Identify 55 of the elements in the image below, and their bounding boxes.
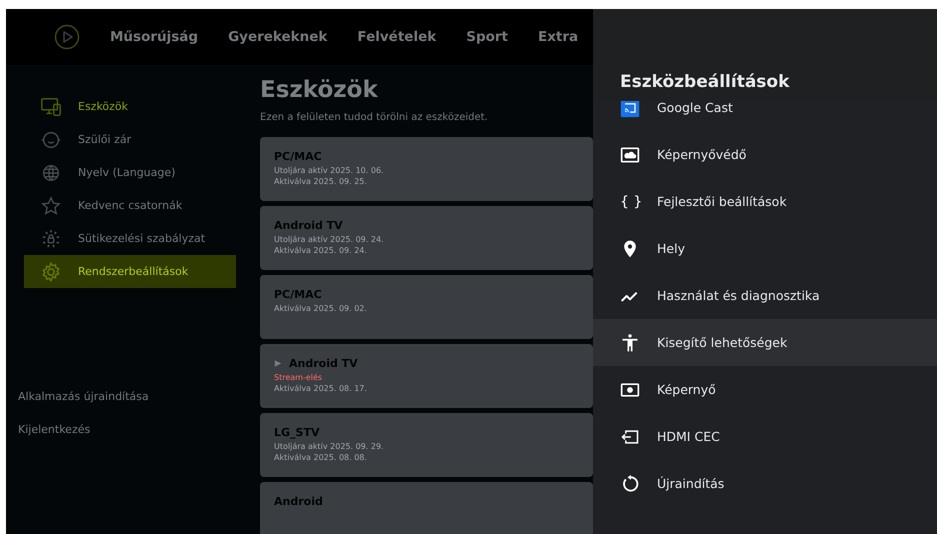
accessibility-icon bbox=[620, 332, 640, 352]
panel-title: Eszközbeállítások bbox=[620, 72, 790, 92]
device-name: Android bbox=[274, 495, 323, 508]
device-name: Android TV bbox=[274, 219, 343, 232]
device-date: Aktiválva 2025. 09. 02. bbox=[274, 303, 368, 314]
settings-item[interactable]: Képernyővédő bbox=[593, 131, 937, 178]
sidebar-item[interactable]: Nyelv (Language) bbox=[24, 156, 236, 189]
device-card[interactable]: LG_STV Utoljára aktív 2025. 09. 29. Aktiválva 2025. 08. 08. bbox=[260, 413, 593, 477]
cloud-screen-icon bbox=[620, 144, 640, 164]
sidebar-link[interactable]: Alkalmazás újraindítása bbox=[6, 380, 236, 413]
page-subtitle: Ezen a felületen tudod törölni az eszközeidet. bbox=[260, 112, 489, 123]
settings-icon bbox=[40, 260, 62, 282]
device-card[interactable]: PC/MAC Utoljára aktív 2025. 10. 06. Aktiválva 2025. 09. 25. bbox=[260, 137, 593, 201]
nav-tab[interactable]: Extra bbox=[538, 29, 578, 45]
device-date: Utoljára aktív 2025. 10. 06. bbox=[274, 165, 385, 176]
play-logo-icon[interactable] bbox=[54, 24, 80, 50]
device-name: Android TV bbox=[289, 357, 358, 370]
device-date: Aktiválva 2025. 08. 17. bbox=[274, 383, 368, 394]
cast-icon bbox=[620, 101, 640, 118]
settings-item[interactable]: { } Fejlesztői beállítások bbox=[593, 178, 937, 225]
device-card[interactable]: Android TV Stream-elés Aktiválva 2025. 08. 17. bbox=[260, 344, 593, 408]
sidebar-link[interactable]: Kijelentkezés bbox=[6, 413, 236, 446]
device-date: Utoljára aktív 2025. 09. 24. bbox=[274, 234, 385, 245]
sidebar-item[interactable]: Szülői zár bbox=[24, 123, 236, 156]
settings-item[interactable]: Használat és diagnosztika bbox=[593, 272, 937, 319]
star-icon bbox=[40, 194, 62, 216]
nav-tab[interactable]: Műsorújság bbox=[110, 29, 198, 45]
nav-tab[interactable]: Felvételek bbox=[357, 29, 436, 45]
nav-tab[interactable]: Sport bbox=[466, 29, 508, 45]
settings-item[interactable]: HDMI CEC bbox=[593, 413, 937, 460]
device-card[interactable]: PC/MAC Aktiválva 2025. 09. 02. bbox=[260, 275, 593, 339]
nav-tab[interactable]: Gyerekeknek bbox=[228, 29, 328, 45]
page-title: Eszközök bbox=[260, 77, 379, 103]
device-name: PC/MAC bbox=[274, 150, 322, 163]
devices-icon bbox=[40, 96, 62, 118]
sidebar-item[interactable]: Sütikezelési szabályzat bbox=[24, 222, 236, 255]
braces-icon: { } bbox=[620, 194, 640, 210]
device-date: Aktiválva 2025. 08. 08. bbox=[274, 452, 368, 463]
sidebar-item[interactable]: Kedvenc csatornák bbox=[24, 189, 236, 222]
restart-icon bbox=[620, 474, 640, 494]
streaming-status: Stream-elés bbox=[274, 372, 324, 383]
settings-item[interactable]: Hely bbox=[593, 225, 937, 272]
device-name: PC/MAC bbox=[274, 288, 322, 301]
device-date: Aktiválva 2025. 09. 25. bbox=[274, 176, 368, 187]
sidebar-item[interactable]: Rendszerbeállítások bbox=[24, 255, 236, 288]
device-date: Utoljára aktív 2025. 09. 29. bbox=[274, 441, 385, 452]
settings-item[interactable]: Kisegítő lehetőségek bbox=[593, 319, 937, 366]
device-date: Aktiválva 2025. 09. 24. bbox=[274, 245, 368, 256]
device-name: LG_STV bbox=[274, 426, 320, 439]
settings-item[interactable]: Google Cast bbox=[593, 101, 937, 131]
device-card[interactable]: Android TV Utoljára aktív 2025. 09. 24. Aktiválva 2025. 09. 24. bbox=[260, 206, 593, 270]
settings-item[interactable]: Képernyő bbox=[593, 366, 937, 413]
sidebar-item[interactable]: Eszközök bbox=[24, 90, 236, 123]
settings-item[interactable]: Újraindítás bbox=[593, 460, 937, 507]
lock-icon bbox=[40, 228, 62, 250]
